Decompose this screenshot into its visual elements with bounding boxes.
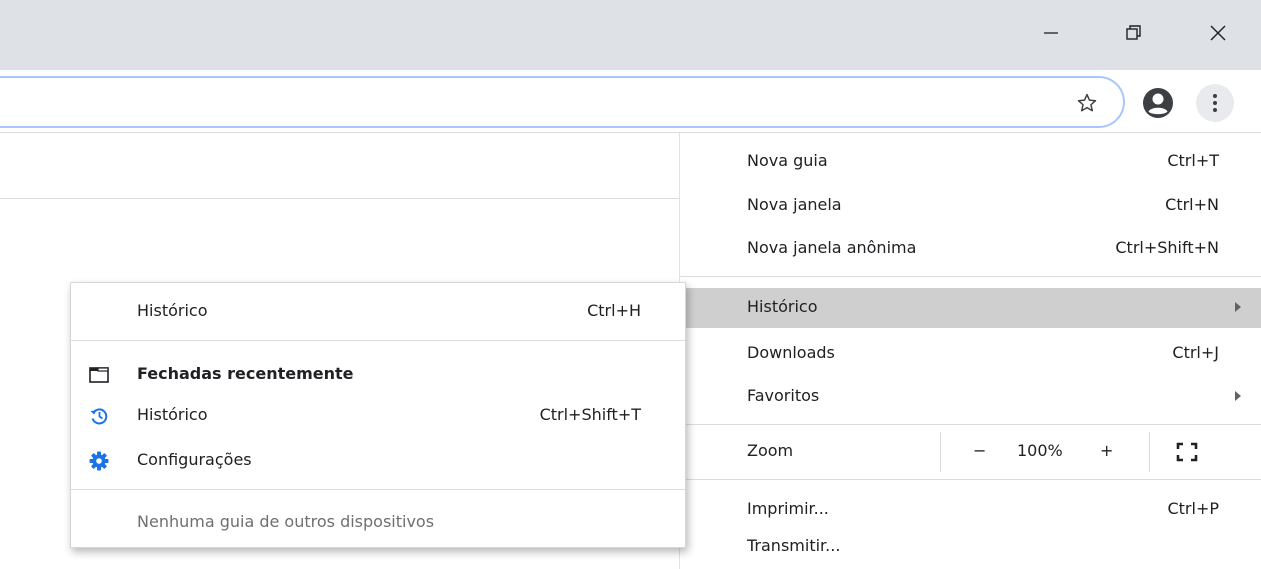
recent-item-settings[interactable]: Configurações <box>71 441 685 481</box>
menu-item-bookmarks[interactable]: Favoritos <box>680 377 1261 417</box>
toolbar <box>0 70 1261 132</box>
recent-item-label: Configurações <box>137 450 252 469</box>
page-divider <box>0 198 680 199</box>
menu-item-label: Imprimir... <box>747 499 829 518</box>
menu-item-shortcut: Ctrl+N <box>1165 195 1219 214</box>
submenu-separator <box>71 489 685 490</box>
minimize-icon <box>1044 32 1058 34</box>
menu-item-shortcut: Ctrl+J <box>1172 343 1219 362</box>
recent-item-history[interactable]: Histórico Ctrl+Shift+T <box>71 396 685 436</box>
menu-item-downloads[interactable]: Downloads Ctrl+J <box>680 334 1261 374</box>
close-button[interactable] <box>1195 10 1241 56</box>
menu-item-label: Favoritos <box>747 386 820 405</box>
no-other-devices-label: Nenhuma guia de outros dispositivos <box>137 512 435 531</box>
menu-item-label: Nova guia <box>747 151 828 170</box>
address-bar[interactable] <box>0 76 1125 128</box>
menu-item-history[interactable]: Histórico <box>680 288 1261 328</box>
history-restore-icon <box>87 404 111 428</box>
zoom-in-button[interactable]: + <box>1100 441 1113 460</box>
menu-item-label: Downloads <box>747 343 835 362</box>
zoom-level: 100% <box>1017 441 1063 460</box>
bookmark-star-button[interactable] <box>1072 88 1102 118</box>
menu-item-shortcut: Ctrl+P <box>1167 499 1219 518</box>
menu-item-new-window[interactable]: Nova janela Ctrl+N <box>680 186 1261 226</box>
zoom-label: Zoom <box>747 441 794 460</box>
menu-item-label: Histórico <box>747 297 818 316</box>
menu-separator <box>680 479 1261 480</box>
menu-item-shortcut: Ctrl+T <box>1167 151 1219 170</box>
zoom-divider <box>1149 432 1150 472</box>
star-outline-icon <box>1077 93 1097 112</box>
recent-item-shortcut: Ctrl+Shift+T <box>539 405 641 424</box>
restore-icon <box>1126 25 1141 40</box>
fullscreen-button[interactable] <box>1176 442 1198 462</box>
fullscreen-icon <box>1176 442 1198 462</box>
recently-closed-header: Fechadas recentemente <box>71 355 685 395</box>
restore-button[interactable] <box>1111 10 1157 56</box>
submenu-item-shortcut: Ctrl+H <box>587 301 641 320</box>
menu-item-print[interactable]: Imprimir... Ctrl+P <box>680 490 1261 530</box>
submenu-separator <box>71 340 685 341</box>
submenu-item-label: Histórico <box>137 301 208 320</box>
no-other-devices-item: Nenhuma guia de outros dispositivos <box>71 503 685 543</box>
zoom-out-button[interactable]: − <box>973 441 986 460</box>
recently-closed-label: Fechadas recentemente <box>137 364 354 383</box>
menu-item-shortcut: Ctrl+Shift+N <box>1115 238 1219 257</box>
menu-separator <box>680 276 1261 277</box>
submenu-item-history[interactable]: Histórico Ctrl+H <box>71 292 685 332</box>
menu-separator <box>680 424 1261 425</box>
three-dots-vertical-icon <box>1213 94 1217 112</box>
account-circle-icon <box>1143 88 1173 118</box>
profile-button[interactable] <box>1141 86 1175 120</box>
tab-window-icon <box>87 363 111 387</box>
minimize-button[interactable] <box>1028 10 1074 56</box>
menu-item-label: Transmitir... <box>747 536 841 555</box>
chrome-main-menu: Nova guia Ctrl+T Nova janela Ctrl+N Nova… <box>680 133 1261 569</box>
settings-gear-icon <box>87 449 111 473</box>
menu-item-label: Nova janela <box>747 195 842 214</box>
close-icon <box>1210 25 1226 41</box>
menu-item-cast[interactable]: Transmitir... <box>680 527 1261 567</box>
history-submenu: Histórico Ctrl+H Fechadas recentemente H… <box>70 282 686 548</box>
zoom-divider <box>940 432 941 472</box>
menu-item-new-incognito-window[interactable]: Nova janela anônima Ctrl+Shift+N <box>680 229 1261 269</box>
title-bar <box>0 0 1261 70</box>
menu-item-new-tab[interactable]: Nova guia Ctrl+T <box>680 142 1261 182</box>
recent-item-label: Histórico <box>137 405 208 424</box>
submenu-arrow-icon <box>1235 302 1241 312</box>
submenu-arrow-icon <box>1235 391 1241 401</box>
chrome-menu-button[interactable] <box>1196 84 1234 122</box>
menu-item-zoom: Zoom − 100% + <box>680 432 1261 472</box>
menu-item-label: Nova janela anônima <box>747 238 917 257</box>
